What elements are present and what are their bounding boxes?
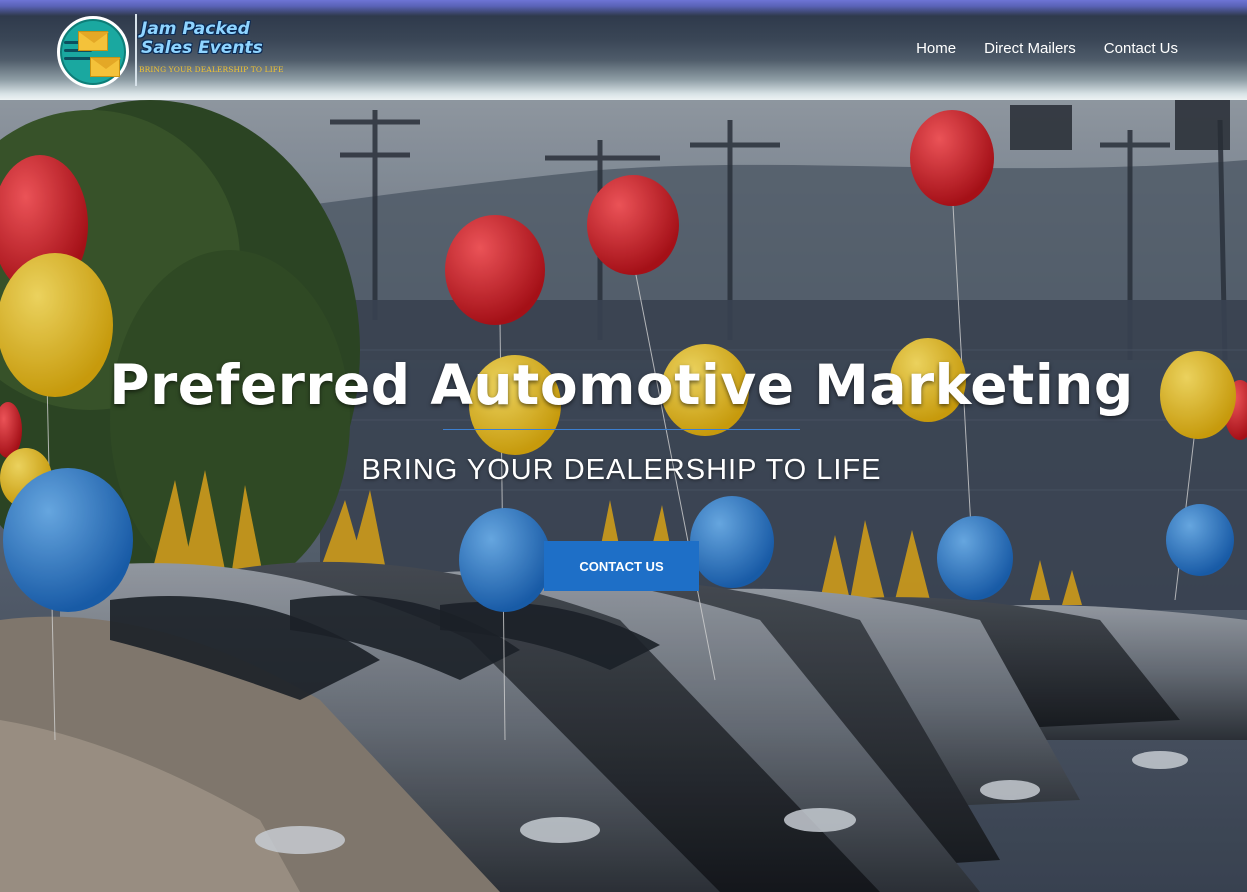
site-header: Jam Packed Sales Events BRING YOUR DEALE… bbox=[0, 0, 1247, 100]
nav-direct-mailers-link[interactable]: Direct Mailers bbox=[984, 40, 1076, 57]
logo-tagline: BRING YOUR DEALERSHIP TO LIFE bbox=[139, 65, 284, 74]
logo-title-line2: Sales Events bbox=[141, 38, 263, 58]
envelope-icon bbox=[90, 57, 121, 77]
nav-contact-us-link[interactable]: Contact Us bbox=[1104, 40, 1178, 57]
logo-title: Jam Packed Sales Events bbox=[141, 20, 281, 58]
site-logo[interactable]: Jam Packed Sales Events BRING YOUR DEALE… bbox=[57, 14, 284, 89]
hero-section: Preferred Automotive Marketing BRING YOU… bbox=[0, 100, 1247, 892]
hero-subheadline: BRING YOUR DEALERSHIP TO LIFE bbox=[361, 454, 882, 486]
main-nav: Home Direct Mailers Contact Us bbox=[916, 40, 1178, 57]
hero-headline: Preferred Automotive Marketing bbox=[109, 353, 1134, 417]
logo-divider bbox=[135, 14, 137, 86]
nav-home-link[interactable]: Home bbox=[916, 40, 956, 57]
envelope-icon bbox=[78, 31, 109, 51]
contact-us-button[interactable]: CONTACT US bbox=[544, 541, 699, 591]
hero-background-image bbox=[0, 100, 1247, 892]
logo-emblem-icon bbox=[57, 16, 129, 88]
headline-divider bbox=[443, 429, 800, 430]
logo-title-line1: Jam Packed bbox=[141, 19, 250, 39]
